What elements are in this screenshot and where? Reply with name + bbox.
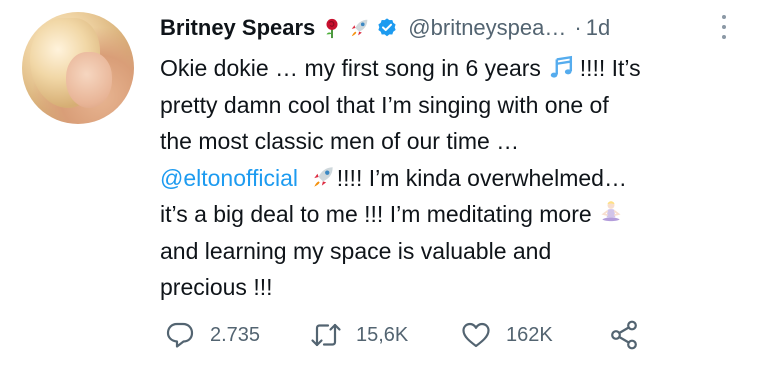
tweet-text-segment: and learning my space is valuable and: [160, 237, 552, 264]
reply-count: 2.735: [210, 323, 261, 346]
separator-dot: ·: [574, 15, 582, 40]
like-button[interactable]: 162K: [460, 315, 553, 355]
like-count: 162K: [506, 323, 553, 346]
tweet-text-segment: pretty damn cool that I’m singing with o…: [160, 91, 609, 118]
reply-icon: [166, 322, 194, 348]
reply-button[interactable]: 2.735: [164, 315, 260, 355]
more-options-icon[interactable]: [716, 12, 732, 42]
author-name[interactable]: Britney Spears: [160, 15, 315, 41]
share-icon: [611, 320, 637, 350]
avatar-face: [66, 52, 112, 108]
tweet-text-segment: Okie dokie … my first song in 6 years: [160, 55, 548, 81]
tweet-text-segment: [298, 165, 311, 191]
tweet-time[interactable]: 1d: [586, 15, 610, 41]
music-notes-icon: [551, 55, 573, 78]
tweet-text-line: the most classic men of our time …: [160, 123, 750, 160]
tweet-text-segment: precious !!!: [160, 274, 273, 300]
tweet-text-line: and learning my space is valuable and: [160, 233, 750, 270]
share-button[interactable]: [608, 315, 640, 355]
tweet-text-segment: !!!! I’m kinda overwhelmed…: [336, 164, 627, 191]
tweet-header: Britney Spears @britneyspea… · 1d: [160, 13, 610, 43]
tweet-text-segment: it’s a big deal to me !!! I’m meditating…: [160, 201, 599, 227]
tweet-text-segment: !!!! It’s: [573, 55, 641, 81]
verified-badge-icon: [378, 18, 396, 37]
meditating-person-icon: [601, 201, 621, 222]
mention-link[interactable]: @eltonofficial: [160, 165, 298, 191]
rocket-icon: [352, 19, 368, 37]
retweet-count: 15,6K: [356, 323, 409, 346]
tweet-text: Okie dokie … my first song in 6 years !!…: [160, 50, 750, 306]
author-handle[interactable]: @britneyspea…: [408, 15, 566, 41]
more-dot: [722, 15, 726, 19]
more-dot: [722, 25, 726, 29]
retweet-button[interactable]: 15,6K: [310, 315, 408, 355]
retweet-icon: [311, 323, 341, 347]
tweet-text-line: @eltonofficial !!!! I’m kinda overwhelme…: [160, 160, 750, 197]
heart-icon: [462, 322, 490, 348]
rocket-icon: [314, 166, 333, 187]
rose-icon: [326, 18, 338, 39]
tweet-actions: 2.735 15,6K 162K: [164, 315, 664, 355]
tweet-text-line: it’s a big deal to me !!! I’m meditating…: [160, 196, 750, 233]
more-dot: [722, 35, 726, 39]
tweet-text-line: pretty damn cool that I’m singing with o…: [160, 87, 750, 124]
tweet-text-line: precious !!!: [160, 269, 750, 306]
tweet-text-segment: the most classic men of our time …: [160, 128, 520, 154]
tweet-text-line: Okie dokie … my first song in 6 years !!…: [160, 50, 750, 87]
avatar[interactable]: [22, 12, 134, 124]
